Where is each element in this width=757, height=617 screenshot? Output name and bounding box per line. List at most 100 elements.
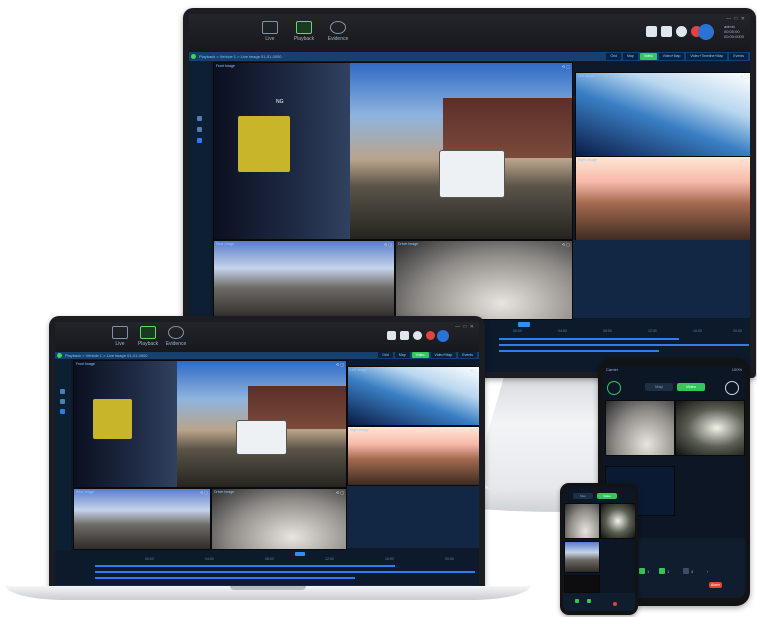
mail-icon[interactable] (661, 26, 672, 37)
rail-layers-icon[interactable] (60, 389, 65, 394)
rail-video-icon[interactable] (197, 138, 202, 143)
phone-status-carrier: Carrier (606, 367, 619, 372)
search-icon (168, 326, 184, 339)
timeline-track (95, 571, 475, 573)
phone-video-3[interactable] (564, 541, 600, 573)
rail-video-icon[interactable] (60, 409, 65, 414)
report-icon[interactable] (387, 331, 396, 340)
camera-icon[interactable] (587, 599, 591, 603)
video-label: Front Image (76, 362, 95, 366)
nav-evidence-button[interactable]: Evidence (161, 324, 191, 354)
timeline-tick: 00:00 (145, 557, 154, 561)
camera-icon[interactable] (575, 599, 579, 603)
tab-map[interactable]: Map (573, 493, 593, 499)
video-controls-icon[interactable]: ⟲ ▢ (740, 74, 748, 79)
video-tile-cab2[interactable]: Driver Image ⟲ ▢ (211, 488, 347, 550)
layout-events-button[interactable]: Events (729, 53, 748, 60)
layout-video-button[interactable]: Video (411, 352, 429, 358)
grid-icon[interactable] (683, 568, 689, 574)
alarm-badge[interactable] (613, 602, 617, 606)
report-icon[interactable] (646, 26, 657, 37)
phone-bottom-bar (563, 593, 635, 611)
rail-list-icon[interactable] (60, 399, 65, 404)
camera-icon[interactable] (639, 568, 645, 574)
rail-layers-icon[interactable] (197, 116, 202, 121)
laptop-notch (230, 586, 306, 590)
phone-video-1[interactable] (564, 503, 600, 539)
video-tile-cab1[interactable]: Rear Image ⟲ ▢ (213, 240, 395, 320)
video-controls-icon[interactable]: ⟲ ▢ (562, 64, 570, 69)
nav-playback-button[interactable]: Playback (289, 19, 319, 49)
monitor-icon (112, 326, 128, 339)
close-icon[interactable] (725, 381, 739, 395)
phone-video-4[interactable] (564, 575, 600, 593)
layout-video-map-button[interactable]: Video+Map (430, 352, 457, 358)
nav-evidence-button[interactable]: Evidence (323, 19, 353, 49)
window-controls[interactable]: — □ ✕ (726, 16, 746, 22)
phone-video-2[interactable] (600, 503, 635, 539)
rail-list-icon[interactable] (197, 127, 202, 132)
phone-video-1[interactable] (605, 400, 675, 456)
video-controls-icon[interactable]: ⟲ ▢ (470, 428, 478, 433)
timeline-track (499, 344, 749, 346)
avatar[interactable] (698, 24, 714, 40)
video-tile-side[interactable]: Right Image ⟲ ▢ (575, 156, 750, 242)
alarm-badge[interactable]: Alarm (709, 582, 723, 588)
status-dot-icon (57, 353, 62, 358)
timeline-tick: 20:00 (445, 557, 454, 561)
layout-grid-button[interactable]: Grid (606, 53, 621, 60)
layout-video-button[interactable]: Video (639, 53, 657, 60)
phone-small: Map Video (560, 483, 638, 615)
video-tile-cab1[interactable]: Rear Image ⟲ ▢ (73, 488, 211, 550)
tab-video[interactable]: Video (677, 383, 705, 391)
tab-video[interactable]: Video (597, 493, 617, 499)
bus-side (214, 63, 351, 239)
back-icon[interactable] (607, 381, 621, 395)
tab-map[interactable]: Map (645, 383, 673, 391)
window-controls[interactable]: — □ ✕ (455, 324, 475, 330)
bus-sticker (92, 398, 132, 440)
video-controls-icon[interactable]: ⟲ ▢ (562, 242, 570, 247)
alarm-icon[interactable] (426, 331, 435, 340)
video-controls-icon[interactable]: ⟲ ▢ (384, 242, 392, 247)
layout-grid-button[interactable]: Grid (378, 352, 393, 358)
download-icon[interactable] (676, 26, 687, 37)
video-controls-icon[interactable]: ⟲ ▢ (200, 490, 208, 495)
video-controls-icon[interactable]: ⟲ ▢ (740, 158, 748, 163)
layout-full-button[interactable]: Video+Timeline+Map (686, 53, 728, 60)
timeline-track (499, 338, 679, 340)
nav-playback-button[interactable]: Playback (133, 324, 163, 354)
timeline-tick: 16:00 (385, 557, 394, 561)
nav-live-button[interactable]: Live (255, 19, 285, 49)
count-3: 4 (691, 569, 694, 574)
video-tile-main[interactable]: Front Image ⟲ ▢ (73, 360, 347, 488)
video-controls-icon[interactable]: ⟲ ▢ (336, 362, 344, 367)
avatar[interactable] (437, 330, 449, 342)
top-toolbar: Live Playback Evidence — □ ✕ (55, 322, 479, 352)
chevron-right-icon[interactable]: › (707, 569, 708, 574)
timeline-tick: 00:00 (513, 329, 522, 333)
nav-live-button[interactable]: Live (105, 324, 135, 354)
layout-map-button[interactable]: Map (622, 53, 638, 60)
video-tile-rear[interactable]: Left Image ⟲ ▢ (347, 366, 479, 426)
timeline-cursor[interactable] (295, 552, 305, 556)
video-controls-icon[interactable]: ⟲ ▢ (336, 490, 344, 495)
timeline-cursor[interactable] (518, 322, 530, 327)
layout-map-button[interactable]: Map (394, 352, 410, 358)
timeline[interactable]: 00:00 04:00 08:00 12:00 16:00 20:00 (55, 550, 479, 588)
user-info: admin 00:00:00 00:00:0000 (724, 24, 744, 39)
video-tile-rear[interactable]: Left Image ⟲ ▢ (575, 72, 750, 158)
layout-video-map-button[interactable]: Video+Map (658, 53, 685, 60)
status-dot-icon (191, 54, 196, 59)
video-tile-main[interactable]: Front Image NG ⟲ ▢ (213, 62, 573, 240)
camera-icon[interactable] (659, 568, 665, 574)
video-tile-side[interactable]: Right Image ⟲ ▢ (347, 426, 479, 486)
video-label: Left Image (578, 74, 595, 78)
phone-video-2[interactable] (675, 400, 745, 456)
mail-icon[interactable] (400, 331, 409, 340)
video-tile-cab2[interactable]: Driver Image ⟲ ▢ (395, 240, 573, 320)
video-controls-icon[interactable]: ⟲ ▢ (470, 368, 478, 373)
layout-events-button[interactable]: Events (458, 352, 477, 358)
download-icon[interactable] (413, 331, 422, 340)
empty-video-slot (347, 486, 479, 548)
